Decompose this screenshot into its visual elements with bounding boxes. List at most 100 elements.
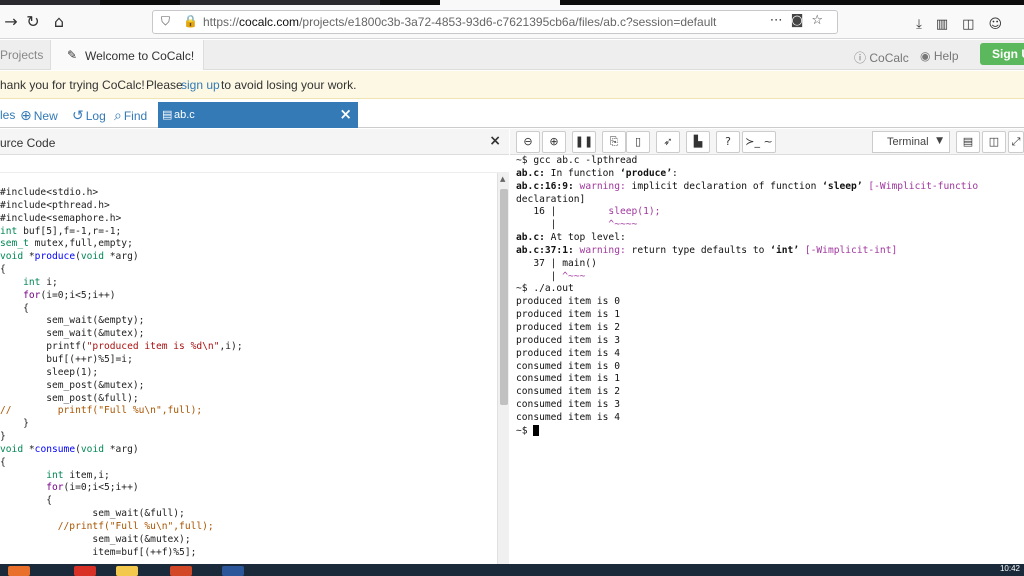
code-line: #include<stdio.h> [0, 187, 99, 198]
os-taskbar: 10:42 [0, 564, 1024, 576]
search-icon: ⌕ [114, 108, 122, 124]
help-link[interactable]: ◉ Help [920, 49, 959, 63]
close-editor-icon[interactable]: × [489, 133, 501, 149]
lock-icon[interactable]: 🔒 [183, 14, 198, 28]
scrollbar-thumb[interactable] [500, 189, 508, 405]
terminal-toolbar: ⊖ ⊕ ❚❚ ⎘ ▯ ➶ ▙ ? ≻_ ~ Terminal ▼ ▤ ◫ ⤢ [510, 129, 1024, 155]
code-editor[interactable]: #include<stdio.h> #include<pthread.h> #inc… [0, 187, 496, 567]
home-icon[interactable]: ⌂ [48, 11, 70, 33]
help-link-label: Help [933, 49, 959, 63]
welcome-tab-label: Welcome to CoCalc! [85, 49, 195, 63]
terminal-output[interactable]: ~$ gcc ab.c -lpthread ab.c: In function ‘… [516, 155, 1024, 575]
terminal-line: produced item is 1 [516, 309, 620, 321]
terminal-line: produced item is 4 [516, 347, 620, 359]
terminal-line: produced item is 2 [516, 321, 620, 333]
close-file-icon[interactable]: × [339, 105, 352, 123]
more-icon[interactable]: ⋯ [770, 13, 791, 28]
log-tab[interactable]: ↺ Log [72, 108, 106, 124]
code-line: #include<pthread.h> [0, 199, 110, 211]
shell-icon[interactable]: ≻_ ~ [742, 131, 776, 153]
new-tab[interactable]: ⊕ New [20, 108, 58, 124]
forward-icon[interactable]: → [0, 11, 22, 33]
expand-icon[interactable]: ⤢ [1008, 131, 1024, 153]
terminal-line: ~$ [516, 424, 1024, 438]
shield-icon[interactable]: ⛉ [161, 14, 170, 29]
active-file-label: ab.c [174, 109, 195, 121]
find-tab[interactable]: ⌕ Find [114, 108, 147, 124]
download-icon[interactable]: ⤓ [916, 17, 936, 32]
zoom-out-icon[interactable]: ⊖ [516, 131, 540, 153]
terminal-line: produced item is 0 [516, 296, 620, 308]
code-line: // printf("Full %u\n",full); [0, 405, 203, 417]
plus-circle-icon: ⊕ [20, 108, 32, 124]
terminal-line: | ^~~~~ [516, 219, 638, 231]
paste-icon[interactable]: ▯ [626, 131, 650, 153]
editor-scrollbar[interactable]: ▲ ▼ [497, 173, 509, 576]
code-line: sem_wait(&full); [0, 508, 185, 520]
terminal-line: consumed item is 0 [516, 360, 620, 372]
sidebar-icon[interactable]: ◫ [962, 17, 988, 32]
help-circle-icon[interactable]: ? [716, 131, 740, 153]
scroll-up-icon[interactable]: ▲ [500, 175, 505, 183]
bookmark-star-icon[interactable]: ☆ [811, 13, 831, 28]
reload-icon[interactable]: ↻ [22, 11, 44, 33]
code-line: #include<semaphore.h> [0, 212, 122, 224]
code-line: { [0, 264, 6, 276]
cocalc-link[interactable]: ⓘ CoCalc [854, 49, 909, 66]
terminal-line: | ^~~~ [516, 270, 586, 282]
library-icon[interactable]: ▥ [936, 17, 962, 32]
firefox-icon[interactable] [8, 566, 30, 576]
code-line: void *produce(void *arg) [0, 251, 139, 263]
pause-icon[interactable]: ❚❚ [572, 131, 596, 153]
url-text[interactable]: https://cocalc.com/projects/e1800c3b-3a7… [203, 15, 716, 29]
code-line: } [0, 431, 6, 443]
code-line: { [0, 495, 52, 507]
cocalc-link-label: CoCalc [869, 51, 909, 65]
code-line: for(i=0;i<5;i++) [23, 289, 116, 301]
word-icon[interactable] [222, 566, 244, 576]
code-line: sem_wait(&mutex); [0, 328, 145, 340]
copy-icon[interactable]: ⎘ [602, 131, 626, 153]
terminal-line: 16 | sleep(1); [516, 206, 661, 218]
code-line: int item,i; [46, 469, 110, 481]
welcome-tab[interactable]: ✎ Welcome to CoCalc! [50, 40, 204, 70]
trial-banner: hank you for trying CoCalc! Please sign … [0, 71, 1024, 99]
terminal-select-label: Terminal [887, 136, 929, 148]
url-actions: ⋯◙☆ [770, 13, 831, 28]
book-icon[interactable]: ▙ [686, 131, 710, 153]
banner-text: hank you for trying CoCalc! [0, 78, 145, 92]
code-line: sem_post(&mutex); [0, 379, 145, 391]
split-vertical-icon[interactable]: ◫ [982, 131, 1006, 153]
edit-icon: ✎ [67, 48, 78, 62]
code-line: buf[(++r)%5]=i; [0, 353, 133, 365]
account-icon[interactable]: ☺ [988, 17, 1016, 32]
banner-signup-link[interactable]: sign up [181, 78, 220, 92]
code-line: { [0, 302, 29, 314]
file-tabs-bar: les ⊕ New ↺ Log ⌕ Find ▤ ab.c × [0, 100, 1024, 128]
editor-title: urce Code [0, 136, 56, 150]
code-line: for(i=0;i<5;i++) [46, 482, 139, 494]
projects-tab[interactable]: Projects [0, 48, 43, 62]
terminal-pane: ⊖ ⊕ ❚❚ ⎘ ▯ ➶ ▙ ? ≻_ ~ Terminal ▼ ▤ ◫ ⤢ ~… [510, 129, 1024, 576]
terminal-line: consumed item is 2 [516, 386, 620, 398]
chrome-icon[interactable] [74, 566, 96, 576]
pocket-icon[interactable]: ◙ [791, 13, 812, 28]
terminal-line: ab.c:16:9: warning: implicit declaration… [516, 180, 979, 192]
files-tab[interactable]: les [0, 108, 15, 122]
terminal-line: declaration] [516, 193, 586, 205]
folder-icon[interactable] [116, 566, 138, 576]
url-bar[interactable]: ⛉ 🔒 https://cocalc.com/projects/e1800c3b… [152, 10, 838, 34]
terminal-line: ab.c: In function ‘produce’: [516, 167, 678, 179]
info-icon: ⓘ [854, 51, 867, 65]
terminal-select[interactable]: Terminal ▼ [872, 131, 950, 153]
code-line: sem_wait(&empty); [0, 315, 145, 327]
split-horizontal-icon[interactable]: ▤ [956, 131, 980, 153]
sign-up-button[interactable]: Sign U [980, 43, 1024, 65]
url-scheme: https:// [203, 15, 240, 29]
rocket-icon[interactable]: ➶ [656, 131, 680, 153]
powerpoint-icon[interactable] [170, 566, 192, 576]
terminal-cursor [533, 424, 540, 436]
zoom-in-icon[interactable]: ⊕ [542, 131, 566, 153]
banner-text-after: to avoid losing your work. [221, 78, 357, 92]
active-file-tab[interactable]: ▤ ab.c × [158, 102, 358, 128]
